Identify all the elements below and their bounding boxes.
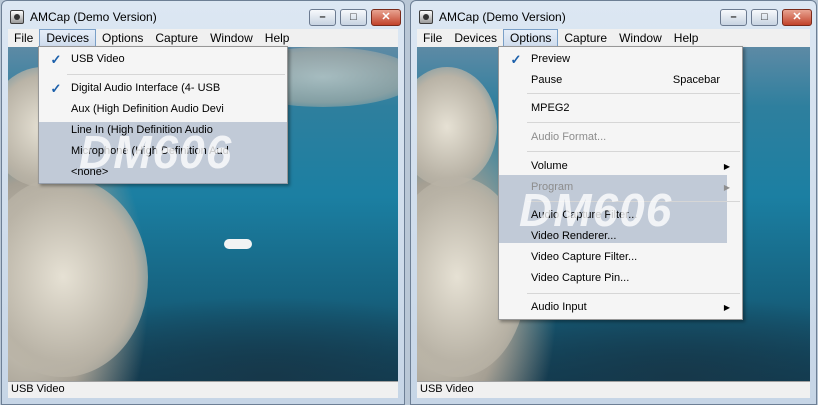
close-button[interactable]: ✕ bbox=[371, 9, 401, 26]
menu-separator bbox=[527, 293, 740, 294]
options-dropdown: ✓ Preview Pause Spacebar MPEG2 Audio For… bbox=[498, 46, 743, 320]
menu-separator bbox=[527, 93, 740, 94]
menu-help[interactable]: Help bbox=[259, 29, 296, 47]
menu-item-usb-video[interactable]: ✓ USB Video bbox=[39, 49, 287, 70]
menu-item-volume[interactable]: Volume ▶ bbox=[499, 156, 742, 177]
check-icon: ✓ bbox=[50, 52, 62, 67]
menu-item-label: Volume bbox=[531, 160, 568, 172]
title-bar[interactable]: AMCap (Demo Version) – □ ✕ bbox=[2, 1, 404, 31]
menu-help[interactable]: Help bbox=[668, 29, 705, 47]
minimize-icon: – bbox=[730, 11, 737, 23]
menu-separator bbox=[67, 74, 285, 75]
status-text: USB Video bbox=[420, 383, 474, 395]
menu-item-label: Video Capture Filter... bbox=[531, 251, 638, 263]
menu-item-label: MPEG2 bbox=[531, 102, 570, 114]
close-icon: ✕ bbox=[792, 11, 802, 23]
status-bar: USB Video bbox=[417, 381, 810, 398]
close-icon: ✕ bbox=[381, 11, 391, 23]
check-icon: ✓ bbox=[50, 81, 62, 96]
menu-item-pause[interactable]: Pause Spacebar bbox=[499, 70, 742, 91]
boat bbox=[224, 239, 252, 249]
menu-options[interactable]: Options bbox=[96, 29, 149, 47]
menu-bar: File Devices Options Capture Window Help bbox=[417, 29, 810, 47]
app-icon[interactable] bbox=[419, 10, 433, 24]
window-title: AMCap (Demo Version) bbox=[30, 10, 157, 24]
menu-file[interactable]: File bbox=[417, 29, 448, 47]
menu-item-audio-format: Audio Format... bbox=[499, 127, 742, 148]
menu-item-audio-input[interactable]: Audio Input ▶ bbox=[499, 297, 742, 318]
minimize-button[interactable]: – bbox=[309, 9, 336, 26]
menu-capture[interactable]: Capture bbox=[149, 29, 204, 47]
maximize-icon: □ bbox=[350, 11, 357, 23]
minimize-button[interactable]: – bbox=[720, 9, 747, 26]
status-bar: USB Video bbox=[8, 381, 398, 398]
maximize-button[interactable]: □ bbox=[340, 9, 367, 26]
check-icon: ✓ bbox=[510, 52, 522, 67]
watermark-text: DM606 bbox=[79, 126, 233, 178]
menu-separator bbox=[527, 151, 740, 152]
menu-capture[interactable]: Capture bbox=[558, 29, 613, 47]
menu-item-label: Preview bbox=[531, 53, 571, 65]
menu-item-preview[interactable]: ✓ Preview bbox=[499, 49, 742, 70]
menu-window[interactable]: Window bbox=[613, 29, 668, 47]
submenu-arrow-icon: ▶ bbox=[723, 303, 730, 312]
watermark-text: DM606 bbox=[519, 184, 673, 236]
devices-dropdown: ✓ USB Video ✓ Digital Audio Interface (4… bbox=[38, 46, 288, 184]
menu-item-video-capture-pin[interactable]: Video Capture Pin... bbox=[499, 268, 742, 289]
title-bar[interactable]: AMCap (Demo Version) – □ ✕ bbox=[411, 1, 816, 31]
app-icon[interactable] bbox=[10, 10, 24, 24]
menu-file[interactable]: File bbox=[8, 29, 39, 47]
shortcut-text: Spacebar bbox=[672, 74, 720, 86]
submenu-arrow-icon: ▶ bbox=[723, 162, 730, 171]
menu-item-label: Audio Format... bbox=[531, 131, 607, 143]
menu-item-aux[interactable]: Aux (High Definition Audio Devi bbox=[39, 99, 287, 120]
menu-options[interactable]: Options bbox=[503, 29, 559, 47]
menu-item-label: Digital Audio Interface (4- USB bbox=[71, 82, 221, 94]
window-title: AMCap (Demo Version) bbox=[439, 10, 566, 24]
menu-item-label: Aux (High Definition Audio Devi bbox=[71, 103, 224, 115]
menu-item-video-capture-filter[interactable]: Video Capture Filter... bbox=[499, 247, 742, 268]
menu-separator bbox=[527, 122, 740, 123]
menu-devices[interactable]: Devices bbox=[39, 29, 97, 47]
menu-item-label: Video Capture Pin... bbox=[531, 272, 630, 284]
submenu-arrow-icon: ▶ bbox=[723, 183, 730, 192]
menu-item-label: Pause bbox=[531, 74, 563, 86]
menu-item-label: Audio Input bbox=[531, 301, 587, 313]
menu-item-digital-audio-interface[interactable]: ✓ Digital Audio Interface (4- USB bbox=[39, 78, 287, 99]
maximize-icon: □ bbox=[761, 11, 768, 23]
maximize-button[interactable]: □ bbox=[751, 9, 778, 26]
menu-bar: File Devices Options Capture Window Help bbox=[8, 29, 398, 47]
status-text: USB Video bbox=[11, 383, 65, 395]
minimize-icon: – bbox=[319, 11, 326, 23]
close-button[interactable]: ✕ bbox=[782, 9, 812, 26]
menu-window[interactable]: Window bbox=[204, 29, 259, 47]
menu-item-label: USB Video bbox=[71, 53, 125, 65]
menu-item-mpeg2[interactable]: MPEG2 bbox=[499, 98, 742, 119]
menu-devices[interactable]: Devices bbox=[448, 29, 503, 47]
